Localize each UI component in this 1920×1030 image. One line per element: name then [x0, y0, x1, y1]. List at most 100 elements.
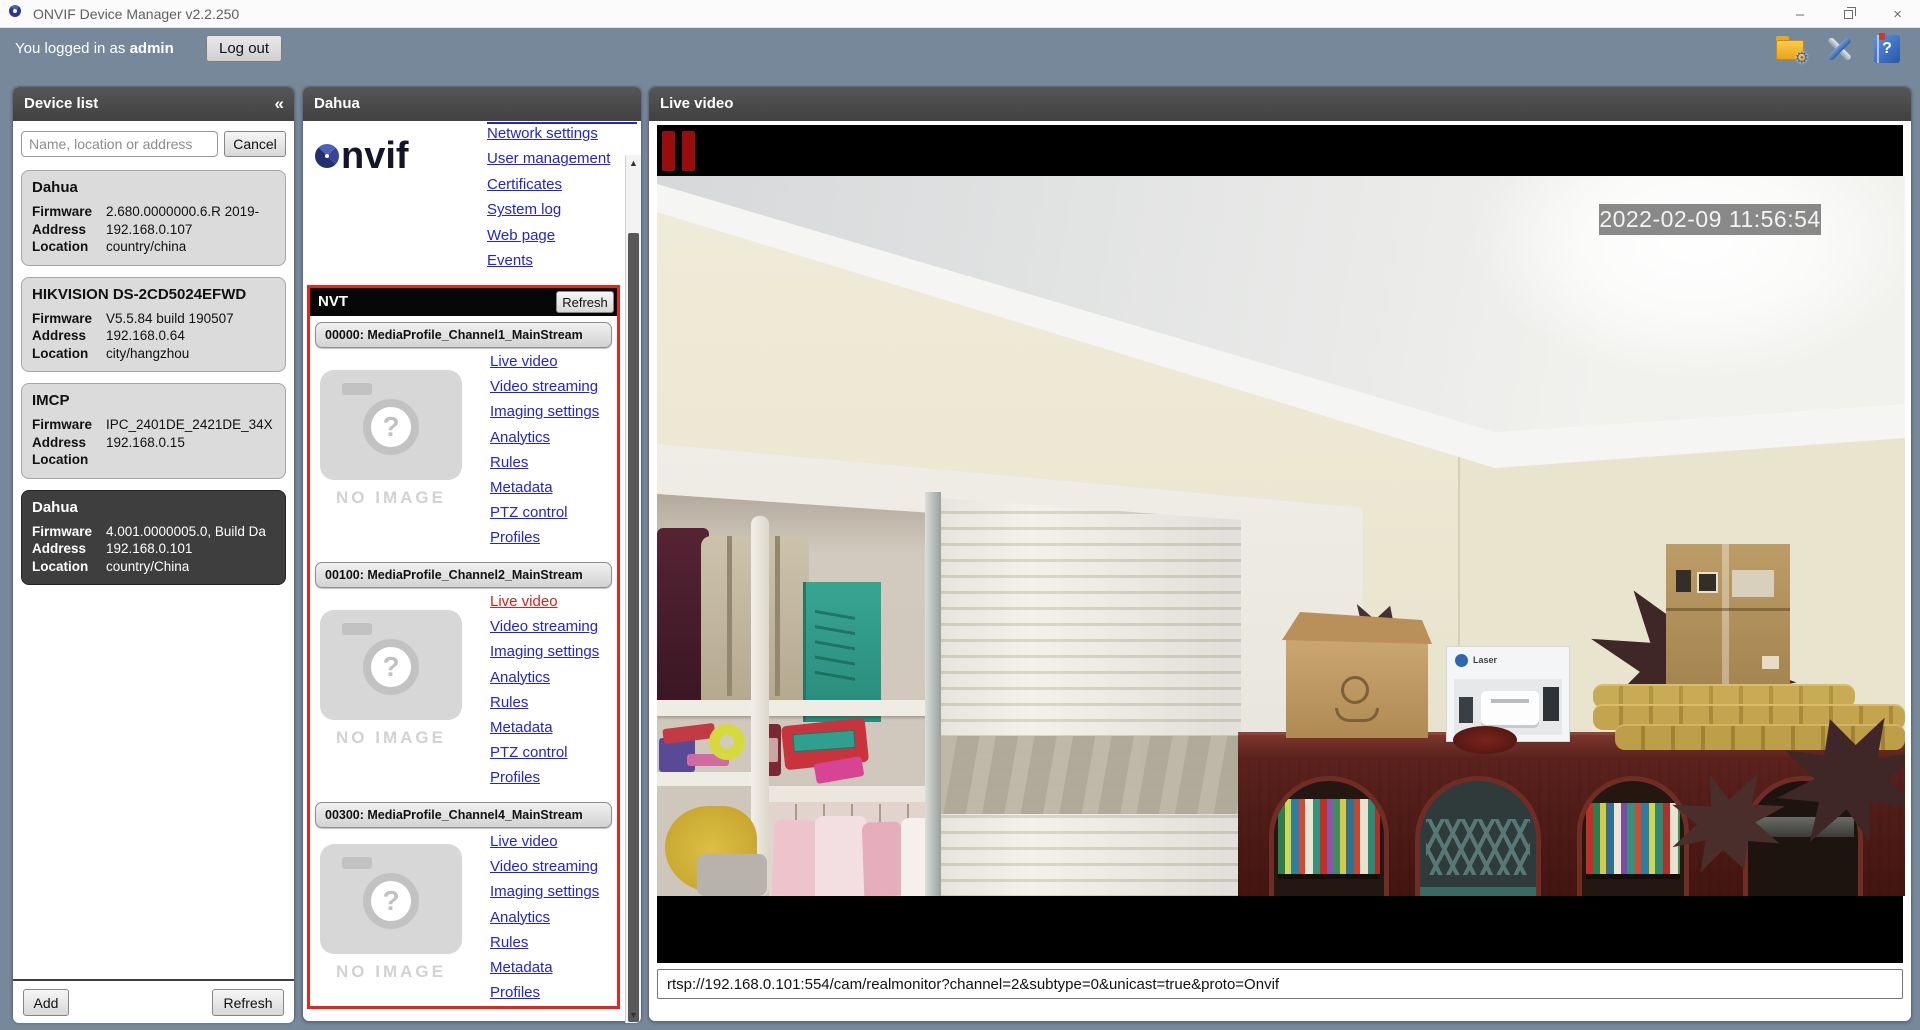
onvif-logo: nvif: [315, 137, 409, 175]
link-ptz-control[interactable]: PTZ control: [490, 744, 599, 769]
scene-printer-shape: [1481, 691, 1539, 725]
profile-links: Live video Video streaming Imaging setti…: [490, 833, 599, 1009]
maximize-button[interactable]: [1844, 10, 1853, 19]
device-name: IMCP: [32, 392, 275, 409]
link-network-settings[interactable]: Network settings: [487, 125, 610, 150]
location-value: country/China: [106, 558, 189, 576]
link-rules[interactable]: Rules: [490, 694, 599, 719]
device-detail-title: Dahua: [314, 95, 360, 112]
link-live-video[interactable]: Live video: [490, 353, 599, 378]
pause-bar-shape: [682, 131, 695, 171]
cancel-button[interactable]: Cancel: [224, 131, 286, 157]
link-imaging-settings[interactable]: Imaging settings: [490, 883, 599, 908]
link-profiles[interactable]: Profiles: [490, 984, 599, 1009]
scene-gray-bundle: [697, 854, 767, 896]
link-rules[interactable]: Rules: [490, 454, 599, 479]
scene-bag-strap: [775, 536, 780, 696]
onvif-logo-text: nvif: [341, 137, 409, 175]
link-analytics[interactable]: Analytics: [490, 429, 599, 454]
scene-camera-box-print: [1341, 676, 1369, 704]
link-imaging-settings[interactable]: Imaging settings: [490, 643, 599, 668]
live-video-header: Live video: [649, 87, 1911, 121]
address-value: 192.168.0.15: [106, 434, 185, 452]
link-metadata[interactable]: Metadata: [490, 479, 599, 504]
collapse-panel-icon[interactable]: «: [275, 87, 284, 121]
device-card[interactable]: Dahua Firmware2.680.0000000.6.R 2019- Ad…: [21, 170, 286, 266]
camera-lens-question-icon: ?: [363, 873, 419, 929]
link-analytics[interactable]: Analytics: [490, 669, 599, 694]
link-system-log[interactable]: System log: [487, 201, 610, 226]
scene-books-row: [1278, 799, 1380, 879]
scroll-up-arrow[interactable]: ▲: [626, 155, 641, 171]
scene-glass-reflection: [1426, 819, 1530, 875]
location-value: city/hangzhou: [106, 345, 189, 363]
stream-url-input[interactable]: [657, 969, 1903, 999]
no-image-label: NO IMAGE: [320, 962, 462, 982]
scene-shipping-box: [1666, 544, 1790, 686]
scene-shelf-board: [657, 772, 753, 786]
media-profile-header[interactable]: 00000: MediaProfile_Channel1_MainStream: [315, 322, 612, 348]
scene-qr-label: [1697, 572, 1718, 593]
device-settings-links: Network settings User management Certifi…: [487, 125, 610, 277]
logout-button[interactable]: Log out: [206, 35, 282, 62]
camera-placeholder-icon: ?: [320, 370, 462, 480]
address-value: 192.168.0.101: [106, 540, 192, 558]
refresh-devices-button[interactable]: Refresh: [212, 989, 284, 1016]
camera-lens-question-icon: ?: [363, 399, 419, 455]
scene-shelf-strip: [1420, 887, 1536, 896]
link-live-video[interactable]: Live video: [490, 833, 599, 858]
help-book-icon[interactable]: ?: [1870, 33, 1904, 65]
camera-lens-question-icon: ?: [363, 639, 419, 695]
firmware-label: Firmware: [32, 310, 106, 328]
link-profiles[interactable]: Profiles: [490, 529, 599, 554]
nvt-refresh-button[interactable]: Refresh: [556, 291, 614, 313]
link-video-streaming[interactable]: Video streaming: [490, 618, 599, 643]
camera-viewfinder-shape: [342, 623, 372, 635]
pause-button[interactable]: [662, 129, 700, 173]
camera-placeholder-icon: ?: [320, 610, 462, 720]
scene-door-frame: [925, 492, 941, 896]
link-web-page[interactable]: Web page: [487, 227, 610, 252]
scene-arch-door: [1415, 776, 1541, 896]
link-video-streaming[interactable]: Video streaming: [490, 378, 599, 403]
address-label: Address: [32, 221, 106, 239]
scene-arch-door: [1577, 776, 1689, 896]
device-search-input[interactable]: [21, 131, 218, 157]
device-card-selected[interactable]: Dahua Firmware4.001.0000005.0, Build Da …: [21, 490, 286, 586]
firmware-label: Firmware: [32, 203, 106, 221]
add-device-button[interactable]: Add: [23, 989, 69, 1016]
link-video-streaming[interactable]: Video streaming: [490, 858, 599, 883]
maintenance-tools-icon[interactable]: [1822, 33, 1856, 65]
device-name: Dahua: [32, 499, 275, 516]
media-profile-header[interactable]: 00300: MediaProfile_Channel4_MainStream: [315, 802, 612, 828]
link-metadata[interactable]: Metadata: [490, 719, 599, 744]
scene-clothes: [862, 821, 905, 896]
link-certificates[interactable]: Certificates: [487, 176, 610, 201]
link-analytics[interactable]: Analytics: [490, 909, 599, 934]
media-profile-header[interactable]: 00100: MediaProfile_Channel2_MainStream: [315, 562, 612, 588]
close-button[interactable]: ×: [1893, 6, 1902, 23]
vertical-scrollbar[interactable]: ▲ ▼: [625, 155, 641, 1023]
scroll-down-arrow[interactable]: ▼: [626, 1007, 641, 1023]
address-value: 192.168.0.64: [106, 327, 185, 345]
link-metadata[interactable]: Metadata: [490, 959, 599, 984]
link-events[interactable]: Events: [487, 252, 610, 277]
scene-hp-printer-box: Laser: [1446, 646, 1570, 742]
minimize-button[interactable]: –: [1796, 6, 1804, 23]
device-detail-header: Dahua: [303, 87, 641, 121]
link-imaging-settings[interactable]: Imaging settings: [490, 403, 599, 428]
device-list-panel: Device list « Cancel Dahua Firmware2.680…: [12, 86, 295, 1022]
scene-clothes: [815, 816, 867, 896]
scene-arch-door: [1269, 776, 1389, 896]
link-live-video-active[interactable]: Live video: [490, 593, 599, 618]
device-card[interactable]: IMCP FirmwareIPC_2401DE_2421DE_34X Addre…: [21, 383, 286, 479]
link-ptz-control[interactable]: PTZ control: [490, 504, 599, 529]
device-settings-icon[interactable]: ⚙: [1774, 33, 1808, 65]
link-rules[interactable]: Rules: [490, 934, 599, 959]
live-video-panel: Live video: [648, 86, 1912, 1022]
location-label: Location: [32, 558, 106, 576]
link-profiles[interactable]: Profiles: [490, 769, 599, 794]
device-card[interactable]: HIKVISION DS-2CD5024EFWD FirmwareV5.5.84…: [21, 277, 286, 373]
link-user-management[interactable]: User management: [487, 150, 610, 175]
scrollbar-thumb[interactable]: [628, 233, 639, 1022]
